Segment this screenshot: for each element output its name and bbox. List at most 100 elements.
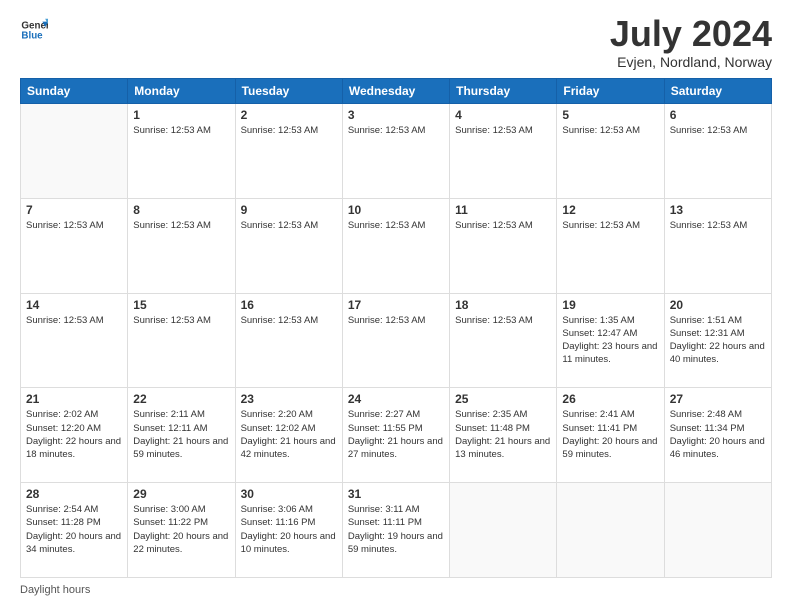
day-info: Sunrise: 2:02 AM Sunset: 12:20 AM Daylig… [26,408,122,461]
day-info: Sunrise: 12:53 AM [455,219,551,232]
table-row: 14 Sunrise: 12:53 AM [21,293,128,388]
page: General Blue July 2024 Evjen, Nordland, … [0,0,792,612]
table-row: 26 Sunrise: 2:41 AM Sunset: 11:41 PM Dayl… [557,388,664,483]
day-number: 3 [348,108,444,122]
table-row [450,483,557,578]
table-row: 23Sunrise: 2:20 AM Sunset: 12:02 AM Dayl… [235,388,342,483]
day-info: Sunrise: 2:27 AM Sunset: 11:55 PM Daylig… [348,408,444,461]
table-row: 22Sunrise: 2:11 AM Sunset: 12:11 AM Dayl… [128,388,235,483]
table-row: 13 Sunrise: 12:53 AM [664,198,771,293]
day-number: 14 [26,298,122,312]
week-row-5: 28 Sunrise: 2:54 AM Sunset: 11:28 PM Dayl… [21,483,772,578]
table-row: 2Sunrise: 12:53 AM [235,104,342,199]
day-info: Sunrise: 12:53 AM [241,124,337,137]
day-number: 11 [455,203,551,217]
header-wednesday: Wednesday [342,79,449,104]
day-info: Sunrise: 2:35 AM Sunset: 11:48 PM Daylig… [455,408,551,461]
table-row: 20 Sunrise: 1:51 AM Sunset: 12:31 AM Dayl… [664,293,771,388]
table-row: 25 Sunrise: 2:35 AM Sunset: 11:48 PM Dayl… [450,388,557,483]
table-row: 15 Sunrise: 12:53 AM [128,293,235,388]
day-number: 7 [26,203,122,217]
table-row: 24 Sunrise: 2:27 AM Sunset: 11:55 PM Dayl… [342,388,449,483]
day-info: Sunrise: 1:51 AM Sunset: 12:31 AM Daylig… [670,314,766,367]
day-info: Sunrise: 12:53 AM [241,314,337,327]
table-row: 17 Sunrise: 12:53 AM [342,293,449,388]
day-info: Sunrise: 12:53 AM [455,314,551,327]
day-number: 16 [241,298,337,312]
day-info: Sunrise: 12:53 AM [455,124,551,137]
header: General Blue July 2024 Evjen, Nordland, … [20,16,772,70]
day-number: 21 [26,392,122,406]
table-row: 9 Sunrise: 12:53 AM [235,198,342,293]
day-number: 1 [133,108,229,122]
table-row: 12 Sunrise: 12:53 AM [557,198,664,293]
week-row-1: 1Sunrise: 12:53 AM2Sunrise: 12:53 AM3Sun… [21,104,772,199]
day-number: 30 [241,487,337,501]
day-number: 25 [455,392,551,406]
table-row [557,483,664,578]
day-info: Sunrise: 12:53 AM [241,219,337,232]
weekday-header-row: Sunday Monday Tuesday Wednesday Thursday… [21,79,772,104]
day-number: 5 [562,108,658,122]
day-info: Sunrise: 3:11 AM Sunset: 11:11 PM Daylig… [348,503,444,556]
table-row: 27 Sunrise: 2:48 AM Sunset: 11:34 PM Dayl… [664,388,771,483]
logo: General Blue [20,16,48,44]
day-info: Sunrise: 2:41 AM Sunset: 11:41 PM Daylig… [562,408,658,461]
day-number: 17 [348,298,444,312]
day-number: 15 [133,298,229,312]
table-row: 10Sunrise: 12:53 AM [342,198,449,293]
day-number: 29 [133,487,229,501]
table-row: 4 Sunrise: 12:53 AM [450,104,557,199]
day-number: 27 [670,392,766,406]
day-number: 18 [455,298,551,312]
day-info: Sunrise: 1:35 AM Sunset: 12:47 AM Daylig… [562,314,658,367]
footer-text: Daylight hours [20,584,90,596]
day-info: Sunrise: 12:53 AM [670,124,766,137]
table-row [664,483,771,578]
location: Evjen, Nordland, Norway [610,54,772,70]
day-number: 12 [562,203,658,217]
table-row: 6 Sunrise: 12:53 AM [664,104,771,199]
header-thursday: Thursday [450,79,557,104]
table-row: 28 Sunrise: 2:54 AM Sunset: 11:28 PM Dayl… [21,483,128,578]
day-number: 20 [670,298,766,312]
day-number: 26 [562,392,658,406]
day-number: 22 [133,392,229,406]
day-info: Sunrise: 12:53 AM [133,124,229,137]
day-number: 4 [455,108,551,122]
day-info: Sunrise: 12:53 AM [133,314,229,327]
month-title: July 2024 [610,16,772,52]
table-row: 29Sunrise: 3:00 AM Sunset: 11:22 PM Dayl… [128,483,235,578]
day-number: 19 [562,298,658,312]
calendar-table: Sunday Monday Tuesday Wednesday Thursday… [20,78,772,578]
day-number: 24 [348,392,444,406]
week-row-4: 21 Sunrise: 2:02 AM Sunset: 12:20 AM Dayl… [21,388,772,483]
day-info: Sunrise: 12:53 AM [562,124,658,137]
day-number: 28 [26,487,122,501]
day-number: 9 [241,203,337,217]
day-info: Sunrise: 3:06 AM Sunset: 11:16 PM Daylig… [241,503,337,556]
table-row: 30 Sunrise: 3:06 AM Sunset: 11:16 PM Dayl… [235,483,342,578]
table-row: 21 Sunrise: 2:02 AM Sunset: 12:20 AM Dayl… [21,388,128,483]
day-info: Sunrise: 12:53 AM [670,219,766,232]
header-saturday: Saturday [664,79,771,104]
week-row-2: 7Sunrise: 12:53 AM8Sunrise: 12:53 AM9Sun… [21,198,772,293]
day-info: Sunrise: 12:53 AM [348,314,444,327]
day-number: 6 [670,108,766,122]
week-row-3: 14 Sunrise: 12:53 AM 15 Sunrise: 12:53 AM 16… [21,293,772,388]
footer: Daylight hours [20,584,772,596]
table-row: 8Sunrise: 12:53 AM [128,198,235,293]
table-row: 1 Sunrise: 12:53 AM [128,104,235,199]
day-number: 8 [133,203,229,217]
table-row [21,104,128,199]
day-info: Sunrise: 2:48 AM Sunset: 11:34 PM Daylig… [670,408,766,461]
header-tuesday: Tuesday [235,79,342,104]
day-info: Sunrise: 12:53 AM [562,219,658,232]
day-info: Sunrise: 12:53 AM [26,314,122,327]
day-number: 23 [241,392,337,406]
day-info: Sunrise: 2:54 AM Sunset: 11:28 PM Daylig… [26,503,122,556]
header-monday: Monday [128,79,235,104]
day-number: 13 [670,203,766,217]
day-info: Sunrise: 12:53 AM [26,219,122,232]
day-number: 10 [348,203,444,217]
